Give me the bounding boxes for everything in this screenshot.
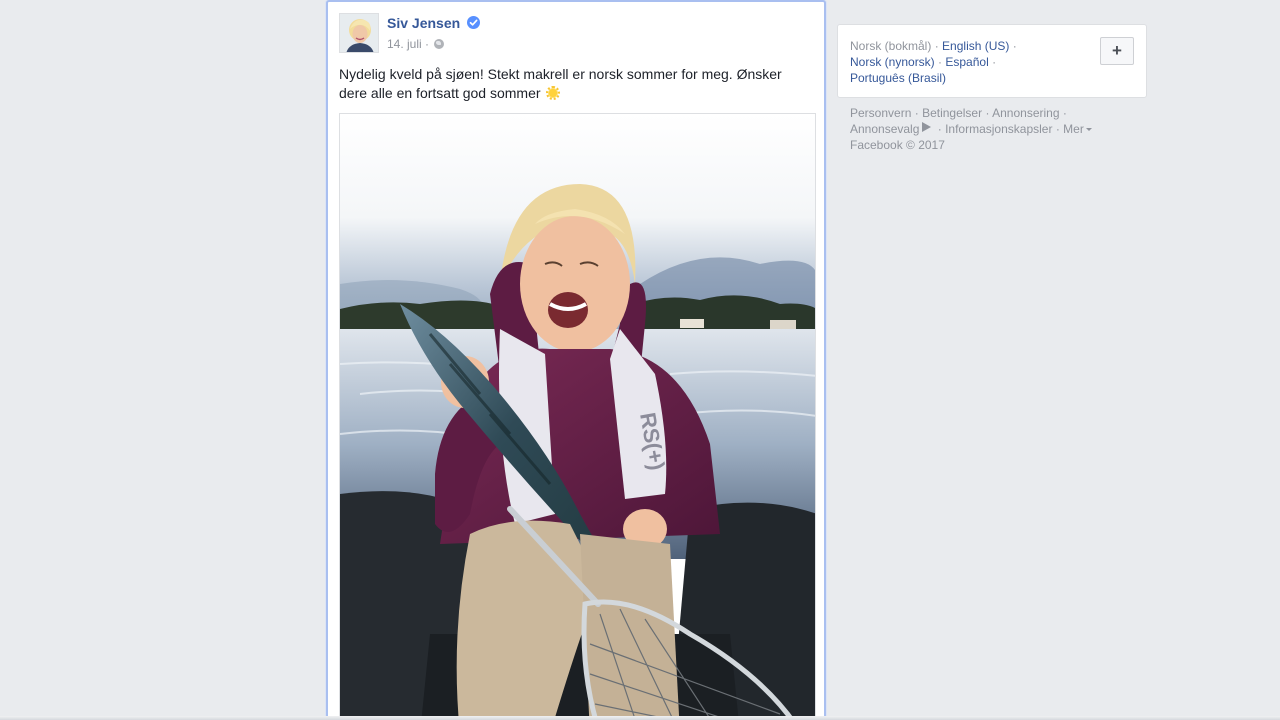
footer-separator: · (937, 122, 942, 136)
language-separator: · (934, 39, 939, 53)
adchoices-icon[interactable] (922, 122, 932, 132)
post-date[interactable]: 14. juli (387, 37, 422, 51)
language-link-english[interactable]: English (US) (942, 39, 1009, 53)
caret-down-icon[interactable] (1085, 128, 1092, 131)
language-link-nynorsk[interactable]: Norsk (nynorsk) (850, 55, 935, 69)
post-card: Siv Jensen 14. juli · Nydelig kveld på s… (326, 0, 826, 720)
footer-separator: · (1062, 106, 1067, 120)
footer-link-advertising[interactable]: Annonsering (992, 106, 1059, 120)
footer-separator: · (1055, 122, 1060, 136)
author-name-label[interactable]: Siv Jensen (387, 15, 460, 31)
footer-link-privacy[interactable]: Personvern (850, 106, 911, 120)
photo-image: RS(+) (340, 114, 815, 720)
footer-copyright: Facebook © 2017 (850, 138, 945, 152)
language-separator: · (1012, 39, 1017, 53)
language-selector-box: Norsk (bokmål) · English (US) · Norsk (n… (837, 24, 1147, 98)
sun-emoji-icon (546, 86, 561, 100)
post-message: Nydelig kveld på sjøen! Stekt makrell er… (339, 65, 809, 103)
footer-link-more[interactable]: Mer (1063, 122, 1084, 136)
footer-links: Personvern · Betingelser · Annonsering ·… (850, 105, 1120, 153)
language-link-espanol[interactable]: Español (945, 55, 988, 69)
meta-separator: · (425, 37, 430, 51)
post-header: Siv Jensen 14. juli · (339, 13, 809, 55)
footer-separator: · (914, 106, 919, 120)
add-language-button[interactable]: + (1100, 37, 1134, 65)
footer-separator: · (985, 106, 990, 120)
footer-link-terms[interactable]: Betingelser (922, 106, 982, 120)
language-separator: · (938, 55, 943, 69)
footer-link-cookies[interactable]: Informasjonskapsler (945, 122, 1052, 136)
language-separator: · (992, 55, 997, 69)
footer-link-adchoices[interactable]: Annonsevalg (850, 122, 919, 136)
current-language: Norsk (bokmål) (850, 39, 932, 53)
globe-icon[interactable] (434, 39, 445, 49)
bottom-edge (0, 716, 1280, 720)
language-list: Norsk (bokmål) · English (US) · Norsk (n… (850, 38, 1090, 86)
language-link-portugues[interactable]: Português (Brasil) (850, 71, 946, 85)
author-name[interactable]: Siv Jensen (387, 15, 481, 31)
post-photo[interactable]: RS(+) (339, 113, 816, 720)
post-meta: 14. juli · (387, 37, 445, 51)
author-avatar[interactable] (339, 13, 379, 53)
verified-badge-icon (467, 16, 481, 29)
post-message-text: Nydelig kveld på sjøen! Stekt makrell er… (339, 66, 782, 101)
